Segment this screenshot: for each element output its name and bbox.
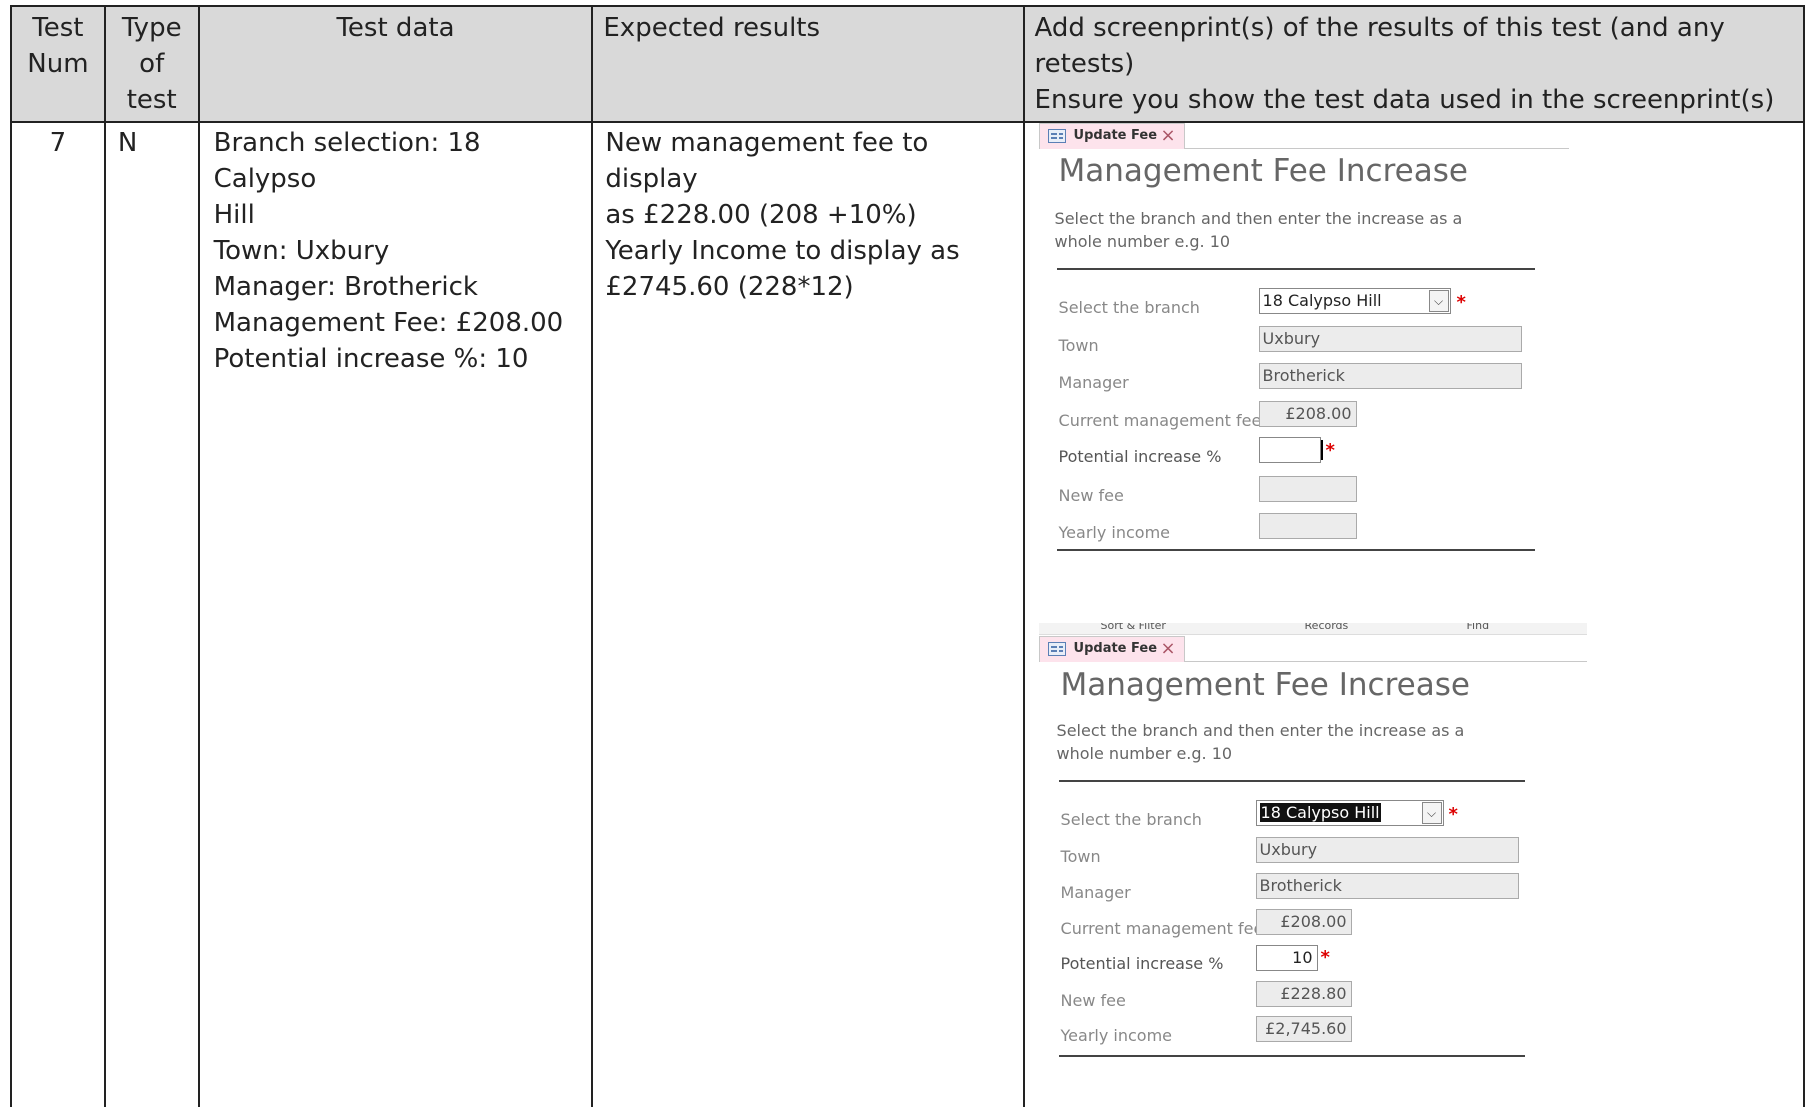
required-mark: * — [1320, 947, 1330, 968]
header-text: Type — [121, 13, 182, 43]
label-branch: Select the branch — [1058, 298, 1200, 317]
cell-test-data: Branch selection: 18 Calypso Hill Town: … — [197, 121, 594, 1107]
tab-update-fee[interactable]: Update Fee × — [1038, 636, 1185, 662]
divider — [1058, 780, 1525, 782]
form-title: Management Fee Increase — [1058, 153, 1468, 189]
cell-type: N — [103, 121, 200, 1107]
tab-label: Update Fee — [1073, 128, 1158, 143]
header-row: Test Num Type of test Test data Expected… — [10, 5, 1805, 123]
label-current-fee: Current management fee — [1060, 919, 1264, 938]
label-town: Town — [1058, 336, 1099, 355]
screenprint-before: Update Fee × Management Fee Increase Sel… — [1038, 123, 1569, 553]
required-mark: * — [1325, 440, 1335, 461]
test-data-line: Branch selection: 18 Calypso — [213, 128, 481, 194]
yearly-income-field[interactable]: £2,745.60 — [1255, 1016, 1352, 1042]
required-mark: * — [1448, 804, 1458, 825]
increase-field[interactable]: 10 — [1255, 945, 1318, 971]
cell-screenprints: Update Fee × Management Fee Increase Sel… — [1022, 121, 1805, 1107]
divider — [1056, 549, 1535, 551]
header-expected-results: Expected results — [591, 5, 1025, 123]
header-text: of — [139, 49, 165, 79]
new-fee-field[interactable]: £228.80 — [1255, 981, 1352, 1007]
ribbon-strip: Sort & Filter Records Find — [1038, 623, 1587, 635]
branch-value: 18 Calypso Hill — [1262, 291, 1382, 310]
tab-bar: Update Fee × — [1038, 123, 1569, 149]
form-title: Management Fee Increase — [1060, 667, 1470, 703]
expected-line: Yearly Income to display as — [605, 236, 960, 266]
header-type-of-test: Type of test — [103, 5, 200, 123]
form-instructions: Select the branch and then enter the inc… — [1056, 721, 1465, 763]
current-fee-field[interactable]: £208.00 — [1255, 909, 1352, 935]
label-town: Town — [1060, 847, 1101, 866]
ribbon-group-label: Sort & Filter — [1100, 623, 1166, 632]
required-mark: * — [1456, 292, 1466, 313]
header-text: Num — [27, 49, 89, 79]
label-manager: Manager — [1058, 373, 1129, 392]
label-increase: Potential increase % — [1058, 447, 1222, 466]
header-test-data: Test data — [197, 5, 594, 123]
label-new-fee: New fee — [1060, 991, 1126, 1010]
divider — [1058, 1055, 1525, 1057]
table-row: 7 N Branch selection: 18 Calypso Hill To… — [10, 121, 1805, 1107]
header-text: Add screenprint(s) of the results of thi… — [1034, 13, 1725, 79]
expected-line: New management fee to display — [605, 128, 929, 194]
chevron-down-icon[interactable]: ⌵ — [1421, 802, 1442, 824]
header-screenprint: Add screenprint(s) of the results of thi… — [1022, 5, 1805, 123]
label-new-fee: New fee — [1058, 486, 1124, 505]
form-icon — [1047, 642, 1066, 656]
expected-line: £2745.60 (228*12) — [605, 272, 854, 302]
label-branch: Select the branch — [1060, 810, 1202, 829]
label-increase: Potential increase % — [1060, 954, 1224, 973]
manager-field[interactable]: Brotherick — [1258, 363, 1522, 389]
current-fee-field[interactable]: £208.00 — [1258, 401, 1357, 427]
close-icon[interactable]: × — [1160, 124, 1175, 148]
test-plan-table: Test Num Type of test Test data Expected… — [10, 5, 1805, 1107]
town-field[interactable]: Uxbury — [1258, 326, 1522, 352]
label-yearly-income: Yearly income — [1058, 523, 1171, 542]
branch-value: 18 Calypso Hill — [1259, 803, 1381, 822]
cell-expected-results: New management fee to display as £228.00… — [591, 121, 1025, 1107]
divider — [1056, 268, 1535, 270]
cell-test-num: 7 — [10, 121, 106, 1107]
branch-combo[interactable]: 18 Calypso Hill ⌵ — [1255, 800, 1444, 826]
new-fee-field[interactable] — [1258, 476, 1357, 502]
form-icon — [1047, 129, 1066, 143]
label-manager: Manager — [1060, 883, 1131, 902]
test-data-line: Potential increase %: 10 — [213, 344, 529, 374]
branch-combo[interactable]: 18 Calypso Hill ⌵ — [1258, 288, 1451, 314]
test-data-line: Town: Uxbury — [213, 236, 390, 266]
tab-label: Update Fee — [1073, 641, 1158, 656]
label-current-fee: Current management fee — [1058, 411, 1262, 430]
ribbon-group-label: Records — [1304, 623, 1349, 632]
text-caret — [1320, 440, 1323, 460]
chevron-down-icon[interactable]: ⌵ — [1428, 290, 1449, 312]
yearly-income-field[interactable] — [1258, 513, 1357, 539]
tab-update-fee[interactable]: Update Fee × — [1038, 123, 1185, 149]
screenprint-after: Sort & Filter Records Find Update Fee × … — [1038, 623, 1587, 1063]
increase-field[interactable] — [1258, 437, 1323, 463]
tab-bar: Update Fee × — [1038, 636, 1587, 662]
form-instructions: Select the branch and then enter the inc… — [1054, 209, 1463, 251]
expected-line: as £228.00 (208 +10%) — [605, 200, 917, 230]
town-field[interactable]: Uxbury — [1255, 837, 1519, 863]
label-yearly-income: Yearly income — [1060, 1026, 1173, 1045]
manager-field[interactable]: Brotherick — [1255, 873, 1519, 899]
header-text: test — [126, 85, 177, 115]
test-data-line: Manager: Brotherick — [213, 272, 478, 302]
test-data-line: Management Fee: £208.00 — [213, 308, 564, 338]
test-data-line: Hill — [213, 200, 255, 230]
header-test-num: Test Num — [10, 5, 106, 123]
header-text: Test — [32, 13, 84, 43]
close-icon[interactable]: × — [1160, 637, 1175, 661]
header-text: Ensure you show the test data used in th… — [1034, 85, 1775, 115]
ribbon-group-label: Find — [1466, 623, 1490, 632]
